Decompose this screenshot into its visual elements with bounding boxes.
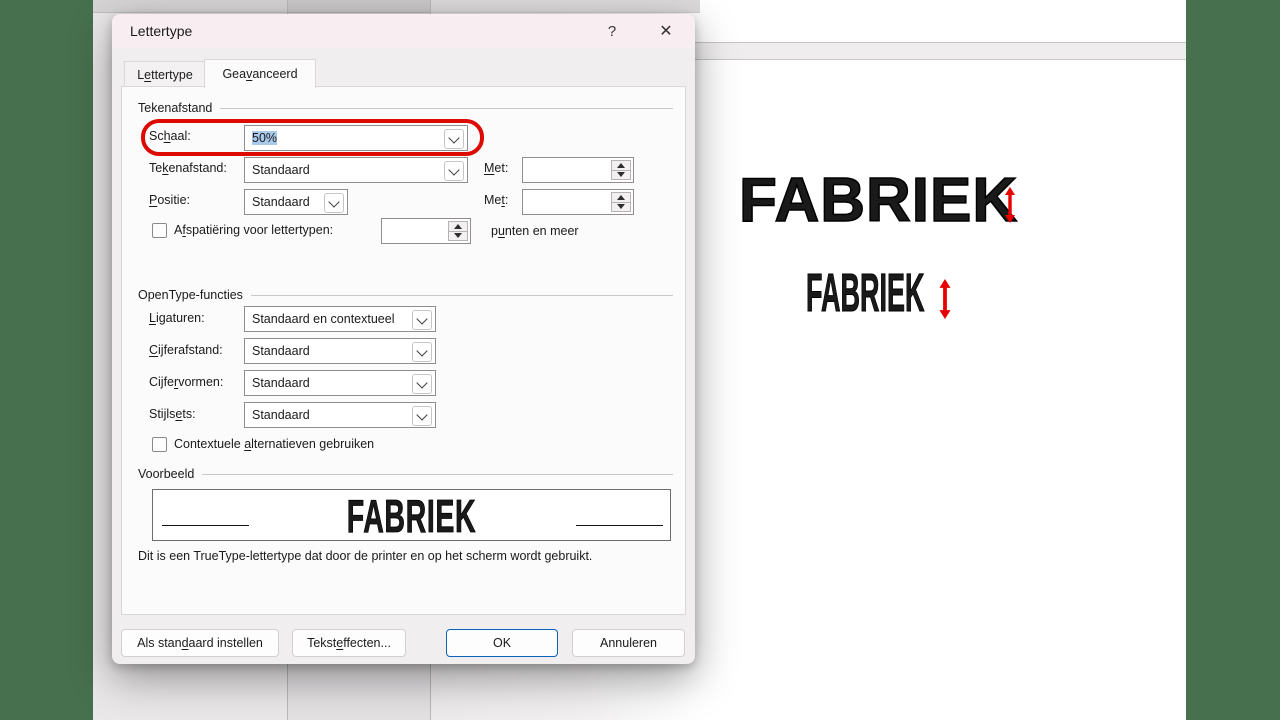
group-divider <box>202 473 673 475</box>
tab-lettertype-label: Lettertype <box>137 68 193 82</box>
contextual-alternates-checkbox[interactable] <box>152 437 167 452</box>
group-opentype: OpenType-functies <box>138 287 673 302</box>
spin-up-icon[interactable] <box>612 193 630 202</box>
document-page <box>640 0 1186 720</box>
tab-geavanceerd[interactable]: Geavanceerd <box>204 59 316 88</box>
spin-down-icon[interactable] <box>449 230 467 241</box>
met2-label: Met: <box>484 193 509 207</box>
help-icon[interactable]: ? <box>601 23 623 40</box>
cancel-button[interactable]: Annuleren <box>572 629 685 657</box>
group-divider <box>220 107 673 109</box>
chevron-down-icon[interactable] <box>444 129 464 149</box>
text-effects-button[interactable]: Teksteffecten... <box>292 629 406 657</box>
kerning-checkbox[interactable] <box>152 223 167 238</box>
chevron-down-icon[interactable] <box>324 193 344 213</box>
preview-baseline-right <box>576 525 663 526</box>
document-sample-text-scaled: FABRIEK <box>806 263 925 323</box>
font-dialog: Lettertype ? ✕ Lettertype Geavanceerd Te… <box>112 14 695 664</box>
kerning-label: Afspatiëring voor lettertypen: <box>174 223 334 237</box>
group-voorbeeld: Voorbeeld <box>138 466 673 481</box>
contextual-alternates-label: Contextuele alternatieven gebruiken <box>174 437 375 451</box>
cijfervormen-combobox[interactable]: Standaard <box>244 370 436 396</box>
spin-down-icon[interactable] <box>612 201 630 212</box>
spinner-buttons[interactable] <box>611 192 631 212</box>
spinner-buttons[interactable] <box>611 160 631 180</box>
spin-down-icon[interactable] <box>612 169 630 180</box>
group-opentype-title: OpenType-functies <box>138 287 243 302</box>
document-header-band <box>640 42 1186 60</box>
tab-geavanceerd-label: Geavanceerd <box>222 67 298 81</box>
tekenafstand-combobox[interactable]: Standaard <box>244 157 468 183</box>
tab-lettertype[interactable]: Lettertype <box>124 61 206 89</box>
group-tekenafstand: Tekenafstand <box>138 100 673 115</box>
stijlsets-combobox[interactable]: Standaard <box>244 402 436 428</box>
met1-label: Met: <box>484 161 509 175</box>
dialog-title: Lettertype <box>130 23 193 39</box>
app-top-strip-1 <box>93 0 287 13</box>
group-tekenafstand-title: Tekenafstand <box>138 100 213 115</box>
chevron-down-icon[interactable] <box>412 374 432 394</box>
app-top-strip-2 <box>288 0 430 13</box>
ok-button[interactable]: OK <box>446 629 558 657</box>
kerning-spinner[interactable] <box>381 218 471 244</box>
schaal-label: Schaal: <box>149 129 191 143</box>
font-preview-box: FABRIEK <box>152 489 671 541</box>
cijferafstand-combobox[interactable]: Standaard <box>244 338 436 364</box>
desktop-strip-right <box>1186 0 1280 720</box>
vertical-resize-arrow-icon <box>939 279 951 319</box>
group-voorbeeld-title: Voorbeeld <box>138 466 195 481</box>
met2-spinner[interactable] <box>522 189 634 215</box>
schaal-value-selected: 50% <box>252 131 278 145</box>
positie-combobox[interactable]: Standaard <box>244 189 348 215</box>
spin-up-icon[interactable] <box>612 161 630 170</box>
chevron-down-icon[interactable] <box>444 161 464 181</box>
tab-page-advanced: Tekenafstand Schaal: 50% Tekenafstand: S… <box>121 86 686 615</box>
ligaturen-label: Ligaturen: <box>149 311 205 325</box>
close-icon[interactable]: ✕ <box>655 21 677 41</box>
font-preview-text: FABRIEK <box>346 490 477 541</box>
preview-baseline-left <box>162 525 249 526</box>
font-description-text: Dit is een TrueType-lettertype dat door … <box>138 549 593 563</box>
tekenafstand-label: Tekenafstand: <box>149 161 227 175</box>
kerning-suffix-label: punten en meer <box>491 224 579 238</box>
cijfervormen-label: Cijfervormen: <box>149 375 224 389</box>
cijferafstand-label: Cijferafstand: <box>149 343 223 357</box>
desktop-strip-left <box>0 0 93 720</box>
stijlsets-label: Stijlsets: <box>149 407 196 421</box>
dialog-titlebar: Lettertype ? ✕ <box>112 14 695 48</box>
spin-up-icon[interactable] <box>449 222 467 231</box>
set-default-button[interactable]: Als standaard instellen <box>121 629 279 657</box>
schaal-combobox[interactable]: 50% <box>244 125 468 151</box>
spinner-buttons[interactable] <box>448 221 468 241</box>
chevron-down-icon[interactable] <box>412 406 432 426</box>
met1-spinner[interactable] <box>522 157 634 183</box>
app-top-strip-3 <box>431 0 700 13</box>
positie-label: Positie: <box>149 193 190 207</box>
chevron-down-icon[interactable] <box>412 342 432 362</box>
document-sample-text-normal: FABRIEK <box>738 166 1019 235</box>
vertical-resize-arrow-icon <box>1005 187 1015 223</box>
group-divider <box>250 294 673 296</box>
chevron-down-icon[interactable] <box>412 310 432 330</box>
ligaturen-combobox[interactable]: Standaard en contextueel <box>244 306 436 332</box>
